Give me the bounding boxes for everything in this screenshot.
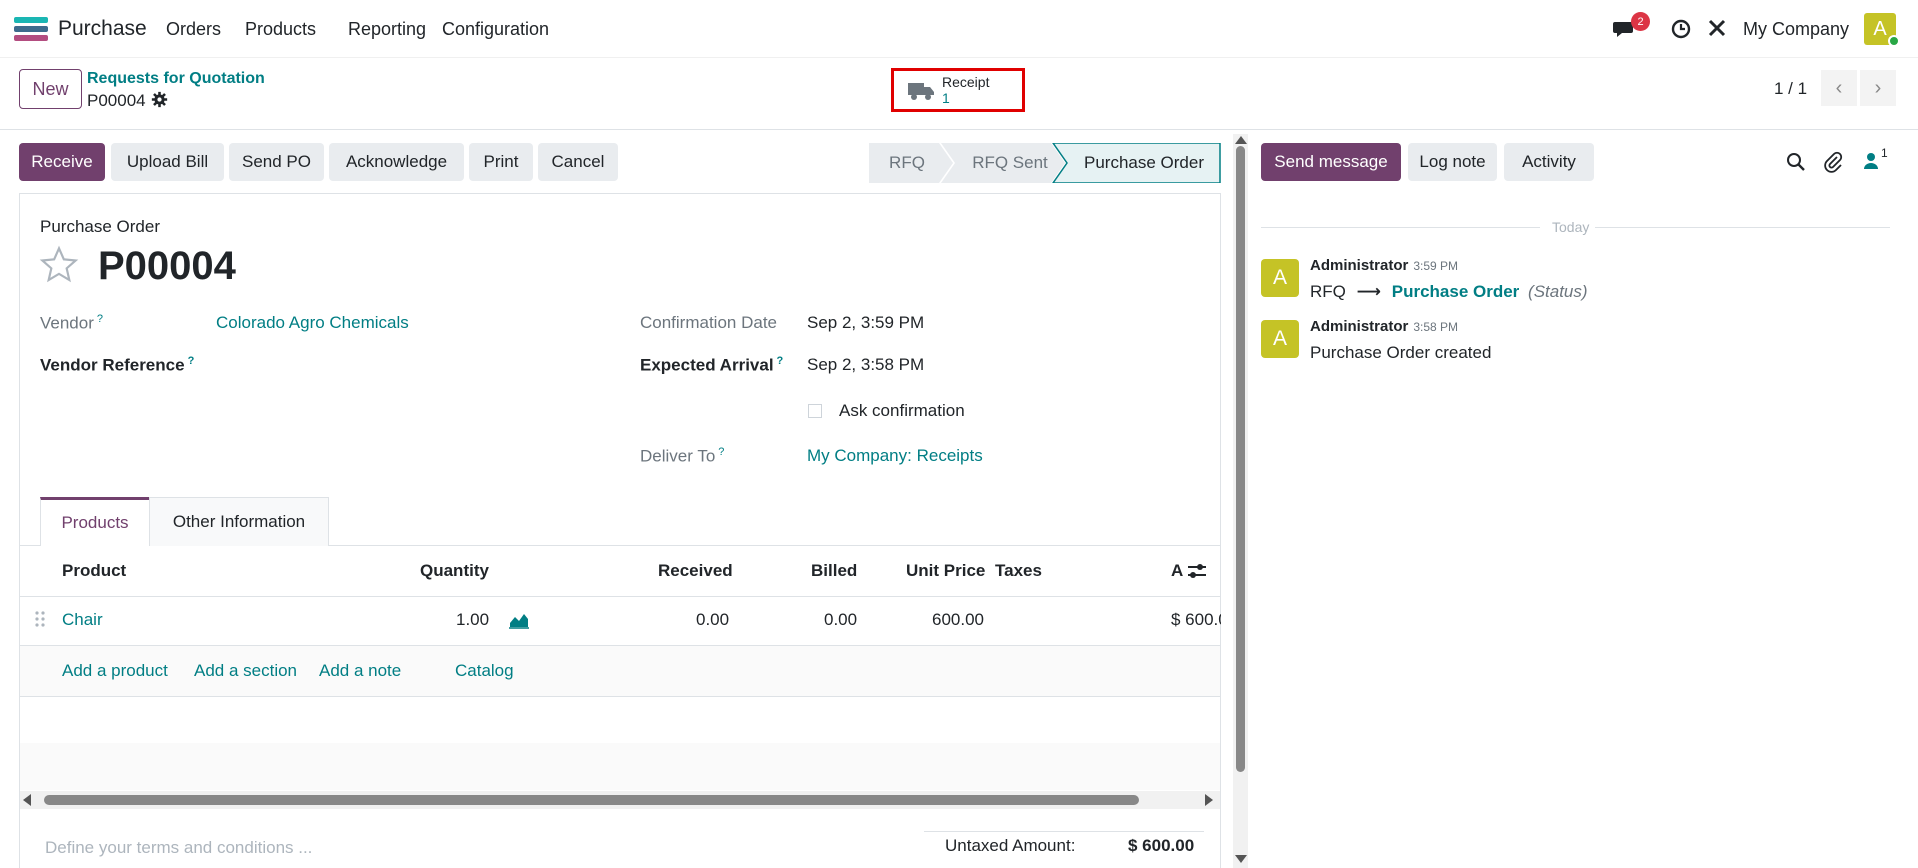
- vendor-reference-label: Vendor Reference?: [40, 355, 195, 375]
- terms-field[interactable]: Define your terms and conditions ...: [45, 838, 312, 858]
- drag-handle-icon[interactable]: [34, 610, 46, 633]
- confirmation-date-label: Confirmation Date: [640, 313, 778, 332]
- message-author: Administrator 3:59 PM: [1310, 257, 1459, 274]
- column-settings-icon[interactable]: [1186, 561, 1208, 586]
- log-note-button[interactable]: Log note: [1408, 143, 1497, 181]
- pager-previous-icon[interactable]: ‹: [1821, 70, 1857, 106]
- acknowledge-button[interactable]: Acknowledge: [329, 143, 464, 181]
- messages-badge: 2: [1631, 12, 1650, 31]
- control-panel-divider: [0, 129, 1918, 130]
- col-amount[interactable]: A: [1171, 561, 1183, 581]
- today-separator: Today: [1552, 219, 1590, 235]
- followers-icon[interactable]: [1862, 151, 1880, 176]
- stage-rfq[interactable]: RFQ: [869, 143, 945, 183]
- header-divider: [19, 596, 1221, 597]
- menu-reporting[interactable]: Reporting: [348, 19, 426, 40]
- ask-confirmation-checkbox[interactable]: [808, 404, 822, 418]
- truck-icon: [908, 83, 934, 100]
- col-product[interactable]: Product: [62, 561, 126, 581]
- add-section-link[interactable]: Add a section: [194, 661, 297, 681]
- followers-count: 1: [1881, 146, 1888, 160]
- message-author: Administrator 3:58 PM: [1310, 318, 1459, 335]
- pager-value[interactable]: 1 / 1: [1774, 79, 1807, 99]
- add-note-link[interactable]: Add a note: [319, 661, 401, 681]
- clock-icon[interactable]: [1670, 18, 1692, 40]
- col-taxes[interactable]: Taxes: [995, 561, 1042, 581]
- confirmation-date-field[interactable]: Sep 2, 3:59 PM: [807, 313, 924, 333]
- today-divider-right: [1595, 227, 1890, 228]
- new-button[interactable]: New: [19, 69, 82, 109]
- gear-icon[interactable]: [151, 91, 168, 113]
- arrow-right-icon: ⟶: [1356, 282, 1381, 301]
- scroll-right-icon[interactable]: [1205, 794, 1213, 806]
- app-name[interactable]: Purchase: [58, 17, 147, 41]
- horizontal-scroll-thumb[interactable]: [44, 795, 1139, 805]
- menu-configuration[interactable]: Configuration: [442, 19, 549, 40]
- company-switcher[interactable]: My Company: [1743, 19, 1849, 40]
- avatar[interactable]: A: [1261, 259, 1299, 297]
- col-received[interactable]: Received: [658, 561, 733, 581]
- amount-cell: $ 600.0: [1171, 610, 1221, 629]
- deliver-to-label: Deliver To?: [640, 446, 725, 466]
- online-status-icon: [1888, 35, 1900, 47]
- expected-arrival-field[interactable]: Sep 2, 3:58 PM: [807, 355, 924, 375]
- tab-other-information[interactable]: Other Information: [149, 497, 329, 546]
- menu-orders[interactable]: Orders: [166, 19, 221, 40]
- vertical-scroll-thumb[interactable]: [1236, 146, 1245, 772]
- tools-icon[interactable]: [1706, 17, 1728, 39]
- row-divider: [19, 696, 1221, 697]
- add-product-link[interactable]: Add a product: [62, 661, 168, 681]
- favorite-star-icon[interactable]: [38, 245, 80, 290]
- quantity-cell[interactable]: 1.00: [456, 610, 489, 630]
- purchase-app-icon[interactable]: [14, 17, 48, 41]
- receipt-smart-button[interactable]: Receipt 1: [891, 68, 1025, 112]
- scroll-left-icon[interactable]: [23, 794, 31, 806]
- col-billed[interactable]: Billed: [811, 561, 857, 581]
- col-unit-price[interactable]: Unit Price: [906, 561, 985, 581]
- expected-arrival-label: Expected Arrival?: [640, 355, 784, 375]
- stage-rfq-sent[interactable]: RFQ Sent: [953, 143, 1067, 183]
- send-message-button[interactable]: Send message: [1261, 143, 1401, 181]
- tab-products[interactable]: Products: [40, 497, 150, 546]
- record-name: P00004: [98, 244, 236, 288]
- billed-cell[interactable]: 0.00: [824, 610, 857, 630]
- scroll-down-icon[interactable]: [1235, 855, 1247, 863]
- receipt-count: 1: [942, 90, 950, 106]
- receipt-label: Receipt: [942, 74, 990, 90]
- search-icon[interactable]: [1786, 152, 1806, 177]
- deliver-to-field[interactable]: My Company: Receipts: [807, 446, 983, 466]
- print-button[interactable]: Print: [469, 143, 533, 181]
- totals-divider: [924, 831, 1204, 832]
- vendor-field[interactable]: Colorado Agro Chemicals: [216, 313, 409, 333]
- send-po-button[interactable]: Send PO: [229, 143, 324, 181]
- vendor-label: Vendor?: [40, 313, 104, 333]
- pager-next-icon[interactable]: ›: [1860, 70, 1896, 106]
- message-body: Purchase Order created: [1310, 343, 1492, 362]
- breadcrumb-current: P00004: [87, 91, 146, 110]
- upload-bill-button[interactable]: Upload Bill: [111, 143, 224, 181]
- col-quantity[interactable]: Quantity: [420, 561, 489, 581]
- receive-button[interactable]: Receive: [19, 143, 105, 181]
- doc-type-label: Purchase Order: [40, 217, 160, 236]
- tracking-message: RFQ ⟶ Purchase Order (Status): [1310, 282, 1588, 301]
- avatar[interactable]: A: [1261, 320, 1299, 358]
- menu-products[interactable]: Products: [245, 19, 316, 40]
- product-cell[interactable]: Chair: [62, 610, 103, 630]
- today-divider-left: [1261, 227, 1540, 228]
- activity-button[interactable]: Activity: [1504, 143, 1594, 181]
- received-cell[interactable]: 0.00: [696, 610, 729, 630]
- stage-purchase-order[interactable]: Purchase Order: [1067, 143, 1221, 183]
- empty-row: [20, 743, 1220, 790]
- paperclip-icon[interactable]: [1823, 151, 1843, 178]
- ask-confirmation-label: Ask confirmation: [839, 401, 965, 420]
- untaxed-amount-value: $ 600.00: [1128, 836, 1195, 855]
- forecast-chart-icon[interactable]: [508, 611, 530, 634]
- unit-price-cell[interactable]: 600.00: [932, 610, 984, 630]
- untaxed-amount-label: Untaxed Amount:: [945, 836, 1076, 855]
- catalog-link[interactable]: Catalog: [455, 661, 514, 681]
- breadcrumb-rfq-link[interactable]: Requests for Quotation: [87, 70, 265, 88]
- cancel-button[interactable]: Cancel: [538, 143, 618, 181]
- top-navbar: Purchase Orders Products Reporting Confi…: [0, 0, 1918, 58]
- scroll-up-icon[interactable]: [1235, 136, 1247, 144]
